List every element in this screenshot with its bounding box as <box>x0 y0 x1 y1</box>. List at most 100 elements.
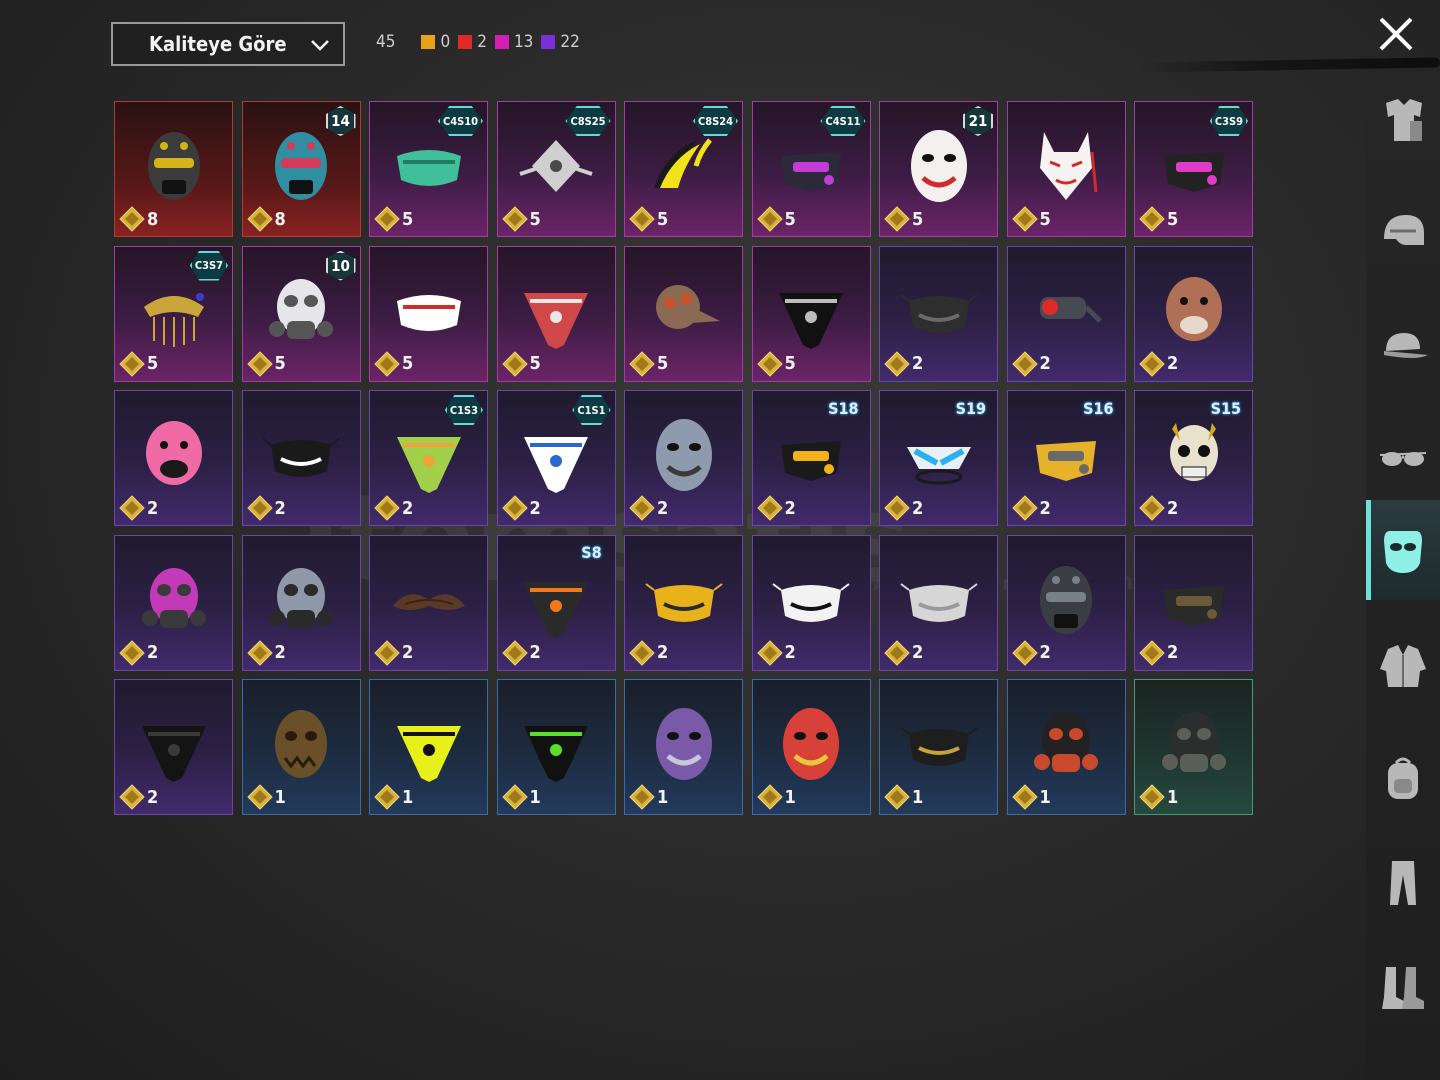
coin-icon <box>1139 639 1165 666</box>
item-card[interactable]: 2 <box>1006 534 1126 671</box>
coin-icon <box>501 350 528 377</box>
item-card[interactable]: 2 <box>114 534 233 671</box>
item-value: 2 <box>629 639 669 666</box>
coin-icon <box>1139 784 1165 810</box>
item-card[interactable]: 1 <box>241 679 361 815</box>
sort-dropdown[interactable]: Kaliteye Göre <box>111 22 345 66</box>
item-card[interactable]: 1 <box>751 679 871 815</box>
item-card[interactable]: 1 <box>369 679 488 815</box>
item-value: 5 <box>1139 206 1178 232</box>
item-card[interactable]: 5 <box>369 245 488 382</box>
item-card[interactable]: 2 <box>879 534 998 671</box>
item-card[interactable]: 10 5 <box>241 245 361 382</box>
item-card[interactable]: 2 <box>1134 245 1253 382</box>
item-card[interactable]: 2 <box>1134 534 1253 671</box>
item-card[interactable]: C4S11 5 <box>751 101 871 237</box>
item-card[interactable]: 5 <box>624 245 743 382</box>
item-card[interactable]: S15 2 <box>1134 390 1253 526</box>
sidebar-item-backpack[interactable] <box>1366 728 1440 828</box>
gas-mask-icon <box>1034 712 1098 772</box>
item-card[interactable]: 2 <box>624 390 743 526</box>
item-value-text: 2 <box>529 497 541 519</box>
item-value: 1 <box>756 784 796 810</box>
coin-icon <box>1011 639 1038 666</box>
item-card[interactable]: S18 2 <box>751 390 871 526</box>
item-card[interactable]: 2 <box>751 534 871 671</box>
season-badge: S15 <box>1210 398 1241 418</box>
item-value-text: 2 <box>657 642 669 663</box>
sidebar-item-glasses[interactable] <box>1366 408 1440 508</box>
face-mask-icon <box>655 419 712 491</box>
item-card[interactable]: S19 2 <box>879 390 998 526</box>
item-card[interactable]: C1S1 2 <box>496 390 616 526</box>
close-icon[interactable] <box>1376 14 1416 54</box>
sidebar-item-mask[interactable] <box>1366 500 1440 600</box>
item-card[interactable]: 2 <box>241 390 361 526</box>
item-value-text: 8 <box>274 208 286 230</box>
sidebar-item-cap[interactable] <box>1366 296 1440 396</box>
item-card[interactable]: 2 <box>241 534 361 671</box>
item-card[interactable]: 1 <box>1006 679 1126 815</box>
mustache-icon <box>392 593 465 610</box>
item-card[interactable]: 1 <box>879 679 998 815</box>
tech-mask-icon <box>1036 441 1096 481</box>
item-card[interactable]: 2 <box>879 245 998 382</box>
face-mask-icon <box>910 130 967 202</box>
item-value-text: 2 <box>147 642 159 663</box>
item-card[interactable]: 5 <box>1006 101 1126 237</box>
item-value: 5 <box>246 350 286 377</box>
item-value: 5 <box>756 350 796 377</box>
coin-icon <box>501 784 528 810</box>
sidebar-item-outfit[interactable] <box>1366 70 1440 170</box>
item-card[interactable]: 1 <box>1134 679 1253 815</box>
quality-count: 22 <box>541 32 580 52</box>
item-value-text: 5 <box>529 353 541 374</box>
item-card[interactable]: 2 <box>114 679 233 815</box>
cloth-mask-icon <box>772 582 850 622</box>
pants-icon <box>1390 861 1416 905</box>
quality-counts: 45 0 2 13 22 <box>376 32 588 52</box>
item-card[interactable]: C1S3 2 <box>369 390 488 526</box>
item-card[interactable]: C3S9 5 <box>1134 101 1253 237</box>
item-card[interactable]: C8S24 5 <box>624 101 743 237</box>
item-card[interactable]: 5 <box>751 245 871 382</box>
item-value: 2 <box>119 639 159 666</box>
item-value-text: 2 <box>147 786 159 808</box>
item-card[interactable]: 2 <box>1006 245 1126 382</box>
sidebar-item-jacket[interactable] <box>1366 616 1440 716</box>
item-card[interactable]: 1 <box>624 679 743 815</box>
item-card[interactable]: 8 <box>114 101 233 237</box>
sidebar-item-helmet[interactable] <box>1366 182 1440 282</box>
sidebar-item-pants[interactable] <box>1366 832 1440 932</box>
item-card[interactable]: 1 <box>496 679 616 815</box>
quality-count-value: 13 <box>513 32 534 52</box>
item-card[interactable]: S16 2 <box>1006 390 1126 526</box>
quality-swatch <box>494 35 509 49</box>
item-card[interactable]: 5 <box>496 245 616 382</box>
item-card[interactable]: 2 <box>114 390 233 526</box>
item-card[interactable]: C8S25 5 <box>496 101 616 237</box>
item-card[interactable]: C3S7 5 <box>114 245 233 382</box>
gas-mask-icon <box>1161 712 1226 772</box>
gas-mask-icon <box>269 567 333 628</box>
item-value-text: 2 <box>784 642 796 663</box>
quality-count: 0 <box>421 32 450 52</box>
sidebar-item-boots[interactable] <box>1366 936 1440 1036</box>
item-card[interactable]: 21 5 <box>879 101 998 237</box>
coin-icon <box>374 350 400 377</box>
item-card[interactable]: 14 8 <box>241 101 361 237</box>
item-value-text: 1 <box>657 786 669 808</box>
item-card[interactable]: 2 <box>369 534 488 671</box>
coin-icon <box>1139 206 1165 232</box>
quality-count-value: 2 <box>477 32 487 52</box>
item-value: 2 <box>119 495 158 521</box>
item-card[interactable]: S8 2 <box>496 534 616 671</box>
quality-count-value: 22 <box>560 32 580 52</box>
item-value: 2 <box>756 495 796 521</box>
item-card[interactable]: C4S10 5 <box>369 101 488 237</box>
total-count: 45 <box>376 32 396 52</box>
item-value: 1 <box>884 784 923 810</box>
item-card[interactable]: 2 <box>624 534 743 671</box>
item-value: 2 <box>884 350 923 377</box>
category-sidebar <box>1366 70 1440 1080</box>
